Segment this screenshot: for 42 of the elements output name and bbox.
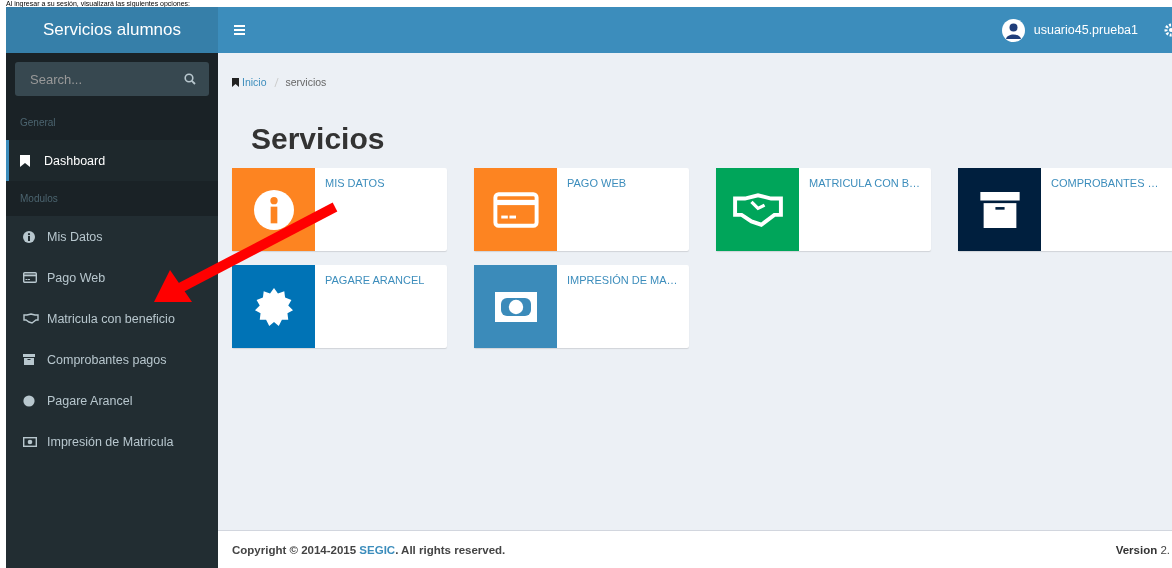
credit-card-icon [492, 191, 539, 228]
avatar-icon[interactable] [1001, 18, 1025, 42]
version-text: Version 2. [1115, 543, 1170, 556]
service-tile[interactable]: MIS DATOS [232, 168, 447, 251]
sidebar-item[interactable]: Pago Web [6, 257, 218, 298]
service-tile[interactable]: PAGARE ARANCEL [232, 265, 447, 348]
user-name[interactable]: usuario45.prueba1 [1033, 23, 1138, 37]
credit-card-icon [23, 272, 37, 283]
money-bill-icon [23, 436, 37, 447]
app-title: Servicios alumnos [6, 7, 218, 53]
sidebar-item[interactable]: Pagare Arancel [6, 380, 218, 421]
sidebar-item[interactable]: Mis Datos [6, 216, 218, 257]
bookmark-icon [232, 77, 239, 87]
sidebar-item[interactable]: Impresión de Matricula [6, 421, 218, 462]
info-icon [253, 189, 294, 230]
copyright-text: Copyright © 2014-2015 SEGIC. All rights reserved. [232, 543, 506, 556]
info-icon [23, 230, 35, 243]
service-tile[interactable]: IMPRESIÓN DE MA… [474, 265, 689, 348]
tile-label: IMPRESIÓN DE MA… [566, 273, 678, 288]
sidebar-item[interactable]: Matricula con beneficio [6, 298, 218, 339]
section-header: Modulos [20, 193, 58, 204]
tile-label: PAGARE ARANCEL [324, 273, 425, 288]
search-icon [184, 73, 196, 85]
tile-label: PAGO WEB [566, 176, 627, 191]
menu-icon[interactable] [234, 25, 245, 35]
bookmark-icon [20, 154, 30, 167]
service-tile[interactable]: MATRICULA CON B… [716, 168, 931, 251]
service-tile[interactable]: PAGO WEB [474, 168, 689, 251]
tile-label: MIS DATOS [324, 176, 385, 191]
breadcrumb-current: servicios [285, 76, 327, 88]
page-title: Servicios [251, 120, 386, 157]
archive-box-icon [979, 191, 1020, 228]
tile-label: MATRICULA CON B… [808, 176, 921, 191]
section-header: General [20, 117, 56, 128]
sidebar-item[interactable]: Dashboard [6, 140, 218, 181]
search-bar[interactable]: Search... [15, 62, 209, 96]
breadcrumb-link[interactable]: Inicio [242, 76, 267, 88]
service-tile[interactable]: COMPROBANTES … [958, 168, 1172, 251]
archive-box-icon [23, 354, 35, 365]
tile-label: COMPROBANTES … [1050, 176, 1159, 191]
money-bill-icon [493, 291, 538, 322]
sidebar-item[interactable]: Comprobantes pagos [6, 339, 218, 380]
